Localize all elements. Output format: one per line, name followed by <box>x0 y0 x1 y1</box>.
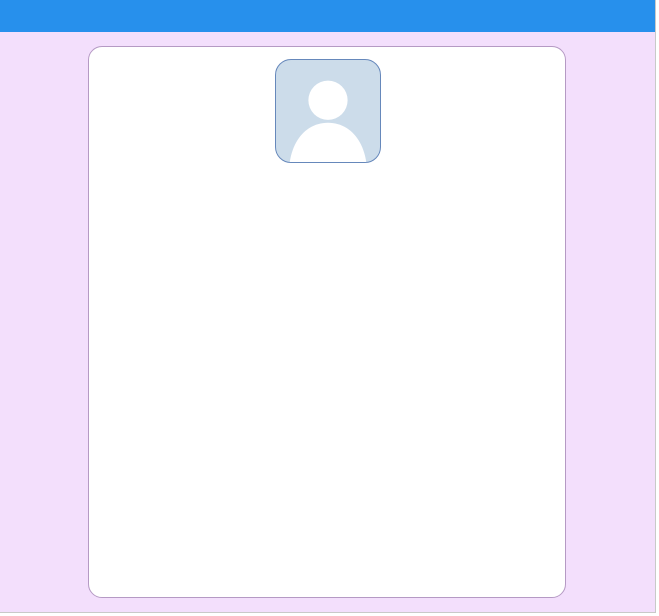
top-bar <box>0 0 655 32</box>
profile-card <box>88 46 566 598</box>
app-window <box>0 0 656 613</box>
default-user-silhouette-icon <box>289 80 367 162</box>
avatar[interactable] <box>275 59 381 163</box>
